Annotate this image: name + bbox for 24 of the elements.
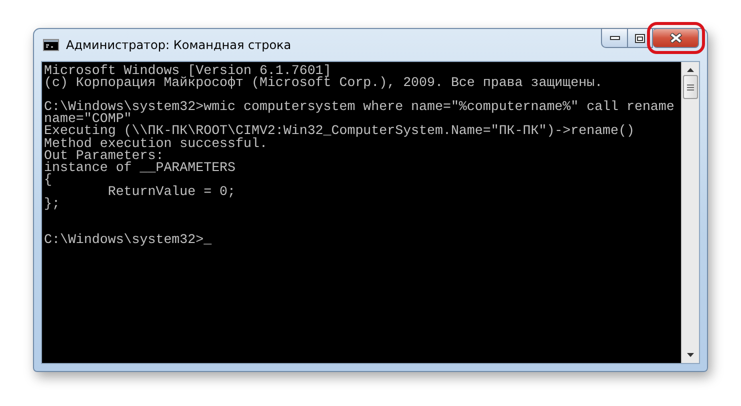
scroll-thumb[interactable] — [683, 75, 698, 99]
minimize-button[interactable] — [601, 28, 627, 48]
console-line: Executing (\\ПК-ПК\ROOT\CIMV2:Win32_ComputerSystem.Name="ПК-ПК")->rename() — [44, 125, 636, 138]
console-line: (c) Корпорация Майкрософт (Microsoft Corp.), 2009. Все права защищены. — [44, 77, 604, 90]
console-line: ReturnValue = 0; — [106, 186, 237, 198]
console-line: C:\Windows\system32>_ — [44, 234, 213, 246]
maximize-icon — [635, 34, 645, 42]
window-title: Администратор: Командная строка — [66, 38, 292, 52]
console-line: }; — [44, 198, 61, 210]
console-line: { — [44, 174, 53, 186]
scroll-down-icon[interactable] — [687, 353, 694, 357]
console-line: Microsoft Windows [Version 6.1.7601] — [44, 65, 332, 78]
console-line: Method execution successful. — [44, 138, 268, 150]
close-icon — [670, 33, 682, 43]
console-icon — [43, 39, 59, 51]
console-line: Out Parameters: — [44, 150, 164, 162]
console-line: name="COMP" — [44, 113, 132, 126]
console-line: C:\Windows\system32>wmic computersystem where name="%computername%" call rename — [44, 101, 676, 114]
grip-icon — [687, 84, 694, 90]
scroll-up-icon[interactable] — [687, 68, 694, 72]
maximize-button[interactable] — [627, 28, 653, 48]
minimize-icon — [610, 36, 620, 40]
console-line: instance of __PARAMETERS — [44, 162, 237, 174]
scrollbar[interactable] — [681, 62, 699, 363]
